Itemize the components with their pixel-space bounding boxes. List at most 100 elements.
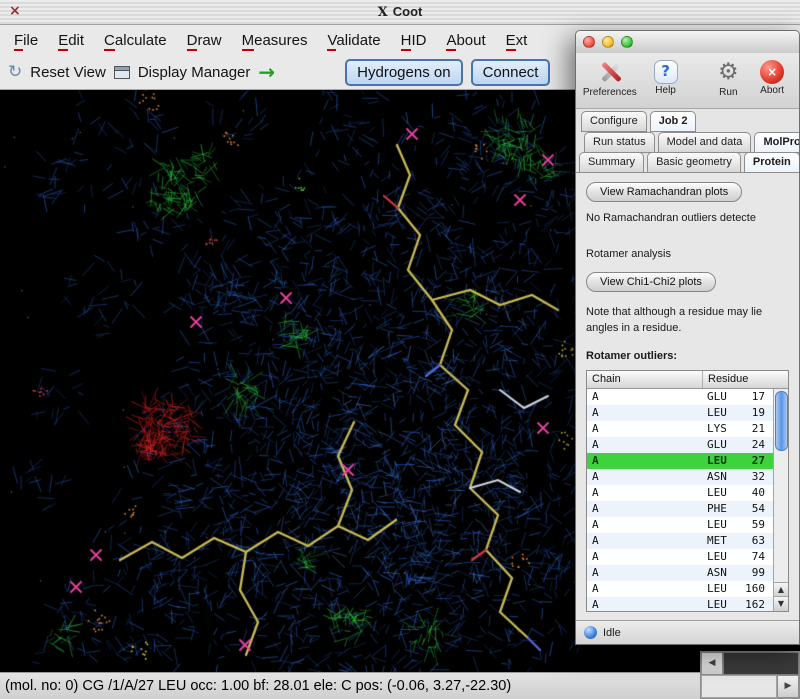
- tab-molprobit[interactable]: MolProbit: [754, 132, 799, 153]
- menu-edit[interactable]: Edit: [48, 28, 94, 53]
- residue-name: LEU: [707, 581, 727, 597]
- scroll-track-horizontal[interactable]: [723, 652, 799, 675]
- cell-residue: LEU 160: [702, 581, 773, 597]
- residue-name: ASN: [707, 469, 727, 485]
- tab-model-and-data[interactable]: Model and data: [658, 132, 752, 153]
- connect-button[interactable]: Connect: [471, 59, 551, 86]
- preferences-button[interactable]: Preferences: [582, 58, 638, 98]
- table-row[interactable]: ALEU19: [587, 405, 773, 421]
- scroll-left-icon: ◀: [709, 658, 716, 668]
- tab-summary[interactable]: Summary: [579, 152, 644, 173]
- residue-number: 21: [752, 421, 765, 437]
- scroll-left-button[interactable]: ◀: [701, 652, 723, 675]
- residue-number: 74: [752, 549, 765, 565]
- tab-job-2[interactable]: Job 2: [650, 111, 697, 132]
- menu-mnemonic: F: [14, 32, 23, 51]
- residue-number: 27: [752, 453, 765, 469]
- cell-chain: A: [587, 533, 702, 549]
- table-row[interactable]: AGLU17: [587, 389, 773, 405]
- view-chi1-chi2-plots-button[interactable]: View Chi1-Chi2 plots: [586, 272, 716, 292]
- cell-residue: LEU19: [702, 405, 773, 421]
- ramachandran-result-text: No Ramachandran outliers detecte: [586, 212, 789, 224]
- phenix-titlebar[interactable]: [576, 31, 799, 54]
- tab-basic-geometry[interactable]: Basic geometry: [647, 152, 741, 173]
- table-row[interactable]: AASN99: [587, 565, 773, 581]
- residue-number: 32: [752, 469, 765, 485]
- residue-number: 19: [752, 405, 765, 421]
- zoom-traffic-light[interactable]: [621, 36, 633, 48]
- scrollbar-thumb[interactable]: [775, 391, 788, 451]
- table-row[interactable]: AGLU24: [587, 437, 773, 453]
- view-ramachandran-plots-button[interactable]: View Ramachandran plots: [586, 182, 742, 202]
- cell-chain: A: [587, 405, 702, 421]
- scroll-up-button[interactable]: ▲: [774, 582, 788, 597]
- menu-mnemonic: E: [506, 32, 516, 51]
- scroll-right-button[interactable]: ▶: [777, 675, 799, 698]
- table-row[interactable]: AASN32: [587, 469, 773, 485]
- abort-button[interactable]: ×Abort: [749, 58, 795, 96]
- cell-residue: LEU162: [702, 597, 773, 611]
- menu-mnemonic: E: [58, 32, 68, 51]
- run-label: Run: [707, 87, 749, 98]
- display-manager-icon[interactable]: [114, 66, 130, 79]
- residue-name: LEU: [707, 517, 727, 533]
- rotamer-note-line2: angles in a residue.: [586, 320, 789, 336]
- residue-name: LEU: [707, 549, 727, 565]
- cell-chain: A: [587, 421, 702, 437]
- table-row-selected[interactable]: ALEU27: [587, 453, 773, 469]
- coot-titlebar[interactable]: × XCoot: [0, 0, 800, 25]
- minimize-traffic-light[interactable]: [602, 36, 614, 48]
- table-row[interactable]: ALEU74: [587, 549, 773, 565]
- menu-mnemonic: C: [104, 32, 115, 51]
- menu-hid[interactable]: HID: [391, 28, 437, 53]
- close-traffic-light[interactable]: [583, 36, 595, 48]
- tab-configure[interactable]: Configure: [581, 111, 647, 132]
- residue-name: GLU: [707, 389, 727, 405]
- atom-status-text: (mol. no: 0) CG /1/A/27 LEU occ: 1.00 bf…: [5, 678, 511, 694]
- tab-protein[interactable]: Protein: [744, 152, 799, 173]
- tabs-validation-sections: SummaryBasic geometryProteinC: [579, 152, 799, 174]
- residue-number: 160: [745, 581, 765, 597]
- menu-mnemonic: D: [187, 32, 198, 51]
- table-scrollbar[interactable]: ▲ ▼: [773, 389, 788, 611]
- menu-validate[interactable]: Validate: [317, 28, 390, 53]
- table-row[interactable]: APHE54: [587, 501, 773, 517]
- residue-number: 24: [752, 437, 765, 453]
- table-row[interactable]: AMET63: [587, 533, 773, 549]
- cell-residue: GLU24: [702, 437, 773, 453]
- coot-application: × XCoot FileEditCalculateDrawMeasuresVal…: [0, 0, 800, 699]
- cell-chain: A: [587, 437, 702, 453]
- table-row[interactable]: ALEU160: [587, 581, 773, 597]
- menu-ext[interactable]: Ext: [496, 28, 538, 53]
- cell-chain: A: [587, 597, 702, 611]
- cell-chain: A: [587, 565, 702, 581]
- column-header-chain[interactable]: Chain: [587, 371, 702, 388]
- table-row[interactable]: ALEU59: [587, 517, 773, 533]
- menu-about[interactable]: About: [436, 28, 495, 53]
- menu-file[interactable]: File: [4, 28, 48, 53]
- phenix-toolbar: Preferences?Help ⚙Run×Abort: [576, 53, 799, 109]
- table-row[interactable]: ALEU40: [587, 485, 773, 501]
- reset-view-button[interactable]: Reset View: [30, 64, 106, 81]
- rotamer-outliers-table: Chain Residue AGLU17ALEU19ALYS21AGLU24AL…: [586, 370, 789, 612]
- scroll-down-button[interactable]: ▼: [774, 596, 788, 611]
- cell-residue: ASN99: [702, 565, 773, 581]
- help-button[interactable]: ?Help: [638, 58, 694, 96]
- hydrogens-on-button[interactable]: Hydrogens on: [345, 59, 462, 86]
- tab-run-status[interactable]: Run status: [584, 132, 655, 153]
- go-arrow-icon[interactable]: →: [258, 62, 275, 82]
- table-row[interactable]: ALEU162: [587, 597, 773, 611]
- question-icon: ?: [654, 60, 678, 84]
- menu-measures[interactable]: Measures: [232, 28, 318, 53]
- menu-draw[interactable]: Draw: [177, 28, 232, 53]
- run-button[interactable]: ⚙Run: [707, 58, 749, 98]
- reset-view-icon[interactable]: ↻: [8, 62, 22, 82]
- scroll-track-horizontal-2[interactable]: [701, 675, 777, 698]
- column-header-residue[interactable]: Residue: [702, 371, 773, 388]
- residue-name: LEU: [707, 485, 727, 501]
- menu-calculate[interactable]: Calculate: [94, 28, 177, 53]
- table-row[interactable]: ALYS21: [587, 421, 773, 437]
- display-manager-button[interactable]: Display Manager: [138, 64, 251, 81]
- scroll-down-icon: ▼: [778, 599, 784, 608]
- cell-residue: LEU59: [702, 517, 773, 533]
